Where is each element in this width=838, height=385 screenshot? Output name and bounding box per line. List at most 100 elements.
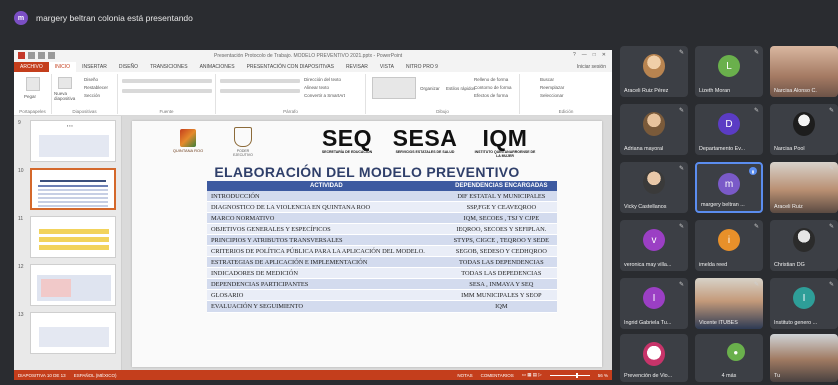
presenter-avatar: m xyxy=(14,11,28,25)
redo-icon[interactable] xyxy=(48,52,55,59)
participant-tile[interactable]: Narcisa Alonso C. xyxy=(770,46,838,97)
powerpoint-icon xyxy=(18,52,25,59)
participant-tile[interactable]: ✎ Araceli Ruiz Pérez xyxy=(620,46,688,97)
tab-file[interactable]: ARCHIVO xyxy=(14,62,49,72)
mic-muted-icon: ✎ xyxy=(753,224,759,230)
presenting-text: margery beltran colonia está presentando xyxy=(36,13,193,23)
align-buttons[interactable] xyxy=(220,89,300,93)
mic-muted-icon: ✎ xyxy=(678,108,684,114)
sesa-logo-text: SESA xyxy=(392,125,458,151)
undo-icon[interactable] xyxy=(38,52,45,59)
participant-tile[interactable]: I ✎ Instituto genero ... xyxy=(770,278,838,329)
thumbnail-row xyxy=(38,205,108,207)
design-button[interactable]: Diseño xyxy=(84,77,98,82)
arrange-button[interactable]: Organizar xyxy=(420,86,440,91)
quick-styles-button[interactable]: Estilos rápidos xyxy=(446,86,475,91)
participant-tile-active-speaker[interactable]: m ▮ margery beltran ... xyxy=(695,162,763,213)
editing-group-label: Edición xyxy=(558,109,574,114)
mic-muted-icon: ✎ xyxy=(828,166,834,172)
paste-label: Pegar xyxy=(24,94,37,99)
convert-smartart-button[interactable]: Convertir a SmartArt xyxy=(304,93,345,98)
activities-table: ACTIVIDAD DEPENDENCIAS ENCARGADAS INTROD… xyxy=(207,181,557,313)
participant-name: Vicente ITUBES xyxy=(699,320,738,326)
participant-name: Departamento Ev... xyxy=(699,146,746,152)
maximize-button[interactable]: □ xyxy=(593,52,596,58)
participant-tile[interactable]: ✎ Vicky Castellanos xyxy=(620,162,688,213)
quintana-roo-emblem xyxy=(180,129,196,147)
activity-cell: INTRODUCCIÓN xyxy=(207,191,446,203)
dependency-cell: TODAS LAS DEPENDENCIAS xyxy=(445,256,557,269)
participant-name: Vicky Castellanos xyxy=(624,204,667,210)
thumbnail-row xyxy=(38,185,108,187)
help-button[interactable]: ? xyxy=(573,52,576,58)
participant-name: Araceli Ruiz xyxy=(774,204,803,210)
table-row: OBJETIVOS GENERALES Y ESPECÍFICOS IEQROO,… xyxy=(207,223,557,236)
font-selector[interactable] xyxy=(122,79,212,83)
zoom-slider[interactable] xyxy=(549,372,590,378)
participant-tile[interactable]: ✎ Narcisa Pool xyxy=(770,104,838,155)
state-shield-emblem xyxy=(234,127,252,147)
participant-tile[interactable]: ✎ Vicente ITUBES xyxy=(695,278,763,329)
select-button[interactable]: Seleccionar xyxy=(540,93,564,98)
font-format-buttons[interactable] xyxy=(122,89,212,93)
participant-tile[interactable]: ✎ Araceli Ruiz xyxy=(770,162,838,213)
comments-button[interactable]: COMENTARIOS xyxy=(481,373,514,378)
shape-effects-button[interactable]: Efectos de forma xyxy=(474,93,508,98)
minimize-button[interactable]: — xyxy=(582,52,587,58)
paste-icon[interactable] xyxy=(26,77,40,91)
participant-tile[interactable]: Prevención de Vio... xyxy=(620,334,688,382)
tab-transitions[interactable]: TRANSICIONES xyxy=(144,62,194,72)
thumbnail-content xyxy=(41,279,71,297)
close-button[interactable]: ✕ xyxy=(602,52,606,58)
font-group: Fuente xyxy=(118,74,216,114)
zoom-level[interactable]: 56 % xyxy=(598,373,608,378)
replace-button[interactable]: Reemplazar xyxy=(540,85,564,90)
participant-tile[interactable]: L ✎ Lizeth Moran xyxy=(695,46,763,97)
new-slide-label: Nueva diapositiva xyxy=(54,91,76,101)
tab-animations[interactable]: ANIMACIONES xyxy=(194,62,241,72)
mic-muted-icon: ✎ xyxy=(678,166,684,172)
notes-button[interactable]: NOTAS xyxy=(457,373,472,378)
find-button[interactable]: Buscar xyxy=(540,77,554,82)
current-slide[interactable]: QUINTANA ROO PODER EJECUTIVO SEQ SECRETA… xyxy=(132,121,602,367)
text-direction-button[interactable]: Dirección del texto xyxy=(304,77,341,82)
align-text-button[interactable]: Alinear texto xyxy=(304,85,329,90)
tab-view[interactable]: VISTA xyxy=(374,62,400,72)
tab-review[interactable]: REVISAR xyxy=(340,62,374,72)
new-slide-icon[interactable] xyxy=(58,77,72,89)
tab-slideshow[interactable]: PRESENTACIÓN CON DIAPOSITIVAS xyxy=(241,62,340,72)
save-icon[interactable] xyxy=(28,52,35,59)
tab-insert[interactable]: INSERTAR xyxy=(76,62,113,72)
meeting-window: m margery beltran colonia está presentan… xyxy=(0,0,838,385)
reset-button[interactable]: Restablecer xyxy=(84,85,108,90)
dependency-cell: STYPS, CIGCE , TEQROO Y SEDE xyxy=(445,234,557,247)
slide-title: ELABORACIÓN DEL MODELO PREVENTIVO xyxy=(214,164,520,180)
participant-tile[interactable]: D ✎ Departamento Ev... xyxy=(695,104,763,155)
view-buttons[interactable]: ▭ ▦ ▤ ▷ xyxy=(522,372,542,378)
shape-fill-button[interactable]: Relleno de forma xyxy=(474,77,508,82)
tab-design[interactable]: DISEÑO xyxy=(113,62,144,72)
mic-muted-icon: ✎ xyxy=(678,50,684,56)
participant-tile[interactable]: v ✎ veronica may villa... xyxy=(620,220,688,271)
dependency-cell: SSP,FGE Y CEAVEQROO xyxy=(445,201,557,214)
participant-tile[interactable]: ✎ Christian DG xyxy=(770,220,838,271)
sign-in-link[interactable]: Iniciar sesión xyxy=(571,62,612,72)
shared-screen: Presentación Protocolo de Trabajo. MODEL… xyxy=(14,50,612,380)
list-buttons[interactable] xyxy=(220,79,300,83)
participant-tile[interactable]: I ✎ Ingrid Gabriela Tu... xyxy=(620,278,688,329)
tab-home[interactable]: INICIO xyxy=(48,62,77,72)
shape-outline-button[interactable]: Contorno de forma xyxy=(474,85,512,90)
self-view-tile[interactable]: Tu xyxy=(770,334,838,382)
thumbnail-content xyxy=(39,237,109,242)
thumbnail-number: 12 xyxy=(18,264,24,270)
participant-tile[interactable]: ✎ Adriana mayoral xyxy=(620,104,688,155)
tab-nitro[interactable]: NITRO PRO 9 xyxy=(400,62,444,72)
section-button[interactable]: Sección xyxy=(84,93,100,98)
shapes-gallery[interactable] xyxy=(372,77,416,99)
more-participants-tile[interactable]: ● 4 más xyxy=(695,334,763,382)
state-shield-logo: PODER EJECUTIVO xyxy=(228,127,258,161)
participant-tile[interactable]: i ✎ imelda reed xyxy=(695,220,763,271)
table-row: CRITERIOS DE POLÍTICA PÚBLICA PARA LA AP… xyxy=(207,245,557,258)
mic-muted-icon: ✎ xyxy=(678,224,684,230)
language-indicator[interactable]: ESPAÑOL (MÉXICO) xyxy=(74,373,117,378)
